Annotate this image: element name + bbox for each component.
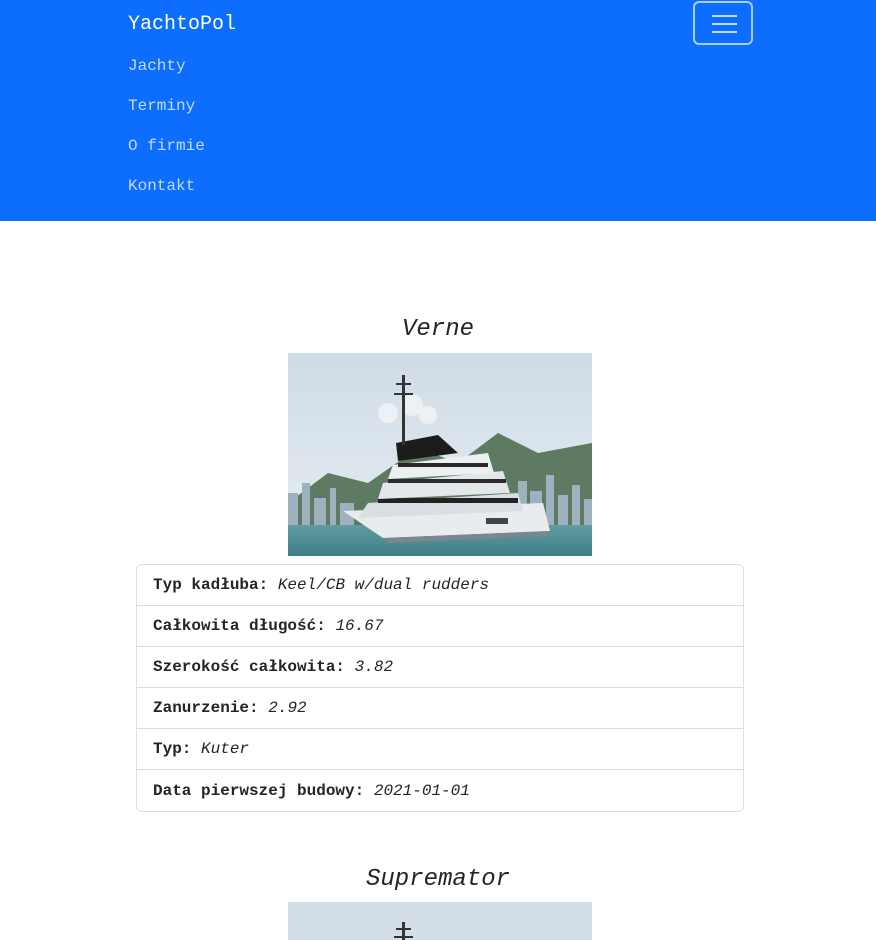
brand-link[interactable]: YachtoPol bbox=[128, 12, 236, 38]
spec-value: Kuter bbox=[201, 740, 250, 758]
spec-item-length: Całkowita długość: 16.67 bbox=[137, 606, 743, 647]
spec-value: 3.82 bbox=[354, 658, 394, 676]
specs-list: Typ kadłuba: Keel/CB w/dual rudders Całk… bbox=[136, 564, 744, 812]
spec-label: Całkowita długość: bbox=[153, 617, 326, 635]
spec-label: Typ kadłuba: bbox=[153, 576, 269, 594]
spec-item-hull-type: Typ kadłuba: Keel/CB w/dual rudders bbox=[137, 565, 743, 606]
nav-link-kontakt[interactable]: Kontakt bbox=[128, 176, 195, 196]
yacht-title: Verne bbox=[401, 316, 474, 343]
spec-item-beam: Szerokość całkowita: 3.82 bbox=[137, 647, 743, 688]
yacht-title: Supremator bbox=[365, 866, 511, 893]
navbar: YachtoPol Jachty Terminy O firmie Kontak… bbox=[0, 0, 876, 221]
spec-item-build-date: Data pierwszej budowy: 2021-01-01 bbox=[137, 770, 743, 811]
nav-link-jachty[interactable]: Jachty bbox=[128, 56, 186, 76]
nav-link-terminy[interactable]: Terminy bbox=[128, 96, 195, 116]
spec-label: Szerokość całkowita: bbox=[153, 658, 346, 676]
spec-label: Data pierwszej budowy: bbox=[153, 781, 365, 800]
spec-label: Zanurzenie: bbox=[153, 699, 259, 717]
spec-value: 2.92 bbox=[268, 699, 307, 717]
nav-link-o-firmie[interactable]: O firmie bbox=[128, 136, 205, 156]
spec-label: Typ: bbox=[153, 740, 192, 758]
yacht-photo bbox=[288, 902, 592, 940]
spec-value: 2021-01-01 bbox=[373, 781, 470, 800]
yacht-photo bbox=[288, 353, 592, 556]
spec-item-draft: Zanurzenie: 2.92 bbox=[137, 688, 743, 729]
navbar-toggler-button[interactable] bbox=[693, 1, 753, 45]
spec-value: 16.67 bbox=[335, 617, 384, 635]
spec-value: Keel/CB w/dual rudders bbox=[277, 576, 490, 594]
spec-item-type: Typ: Kuter bbox=[137, 729, 743, 770]
